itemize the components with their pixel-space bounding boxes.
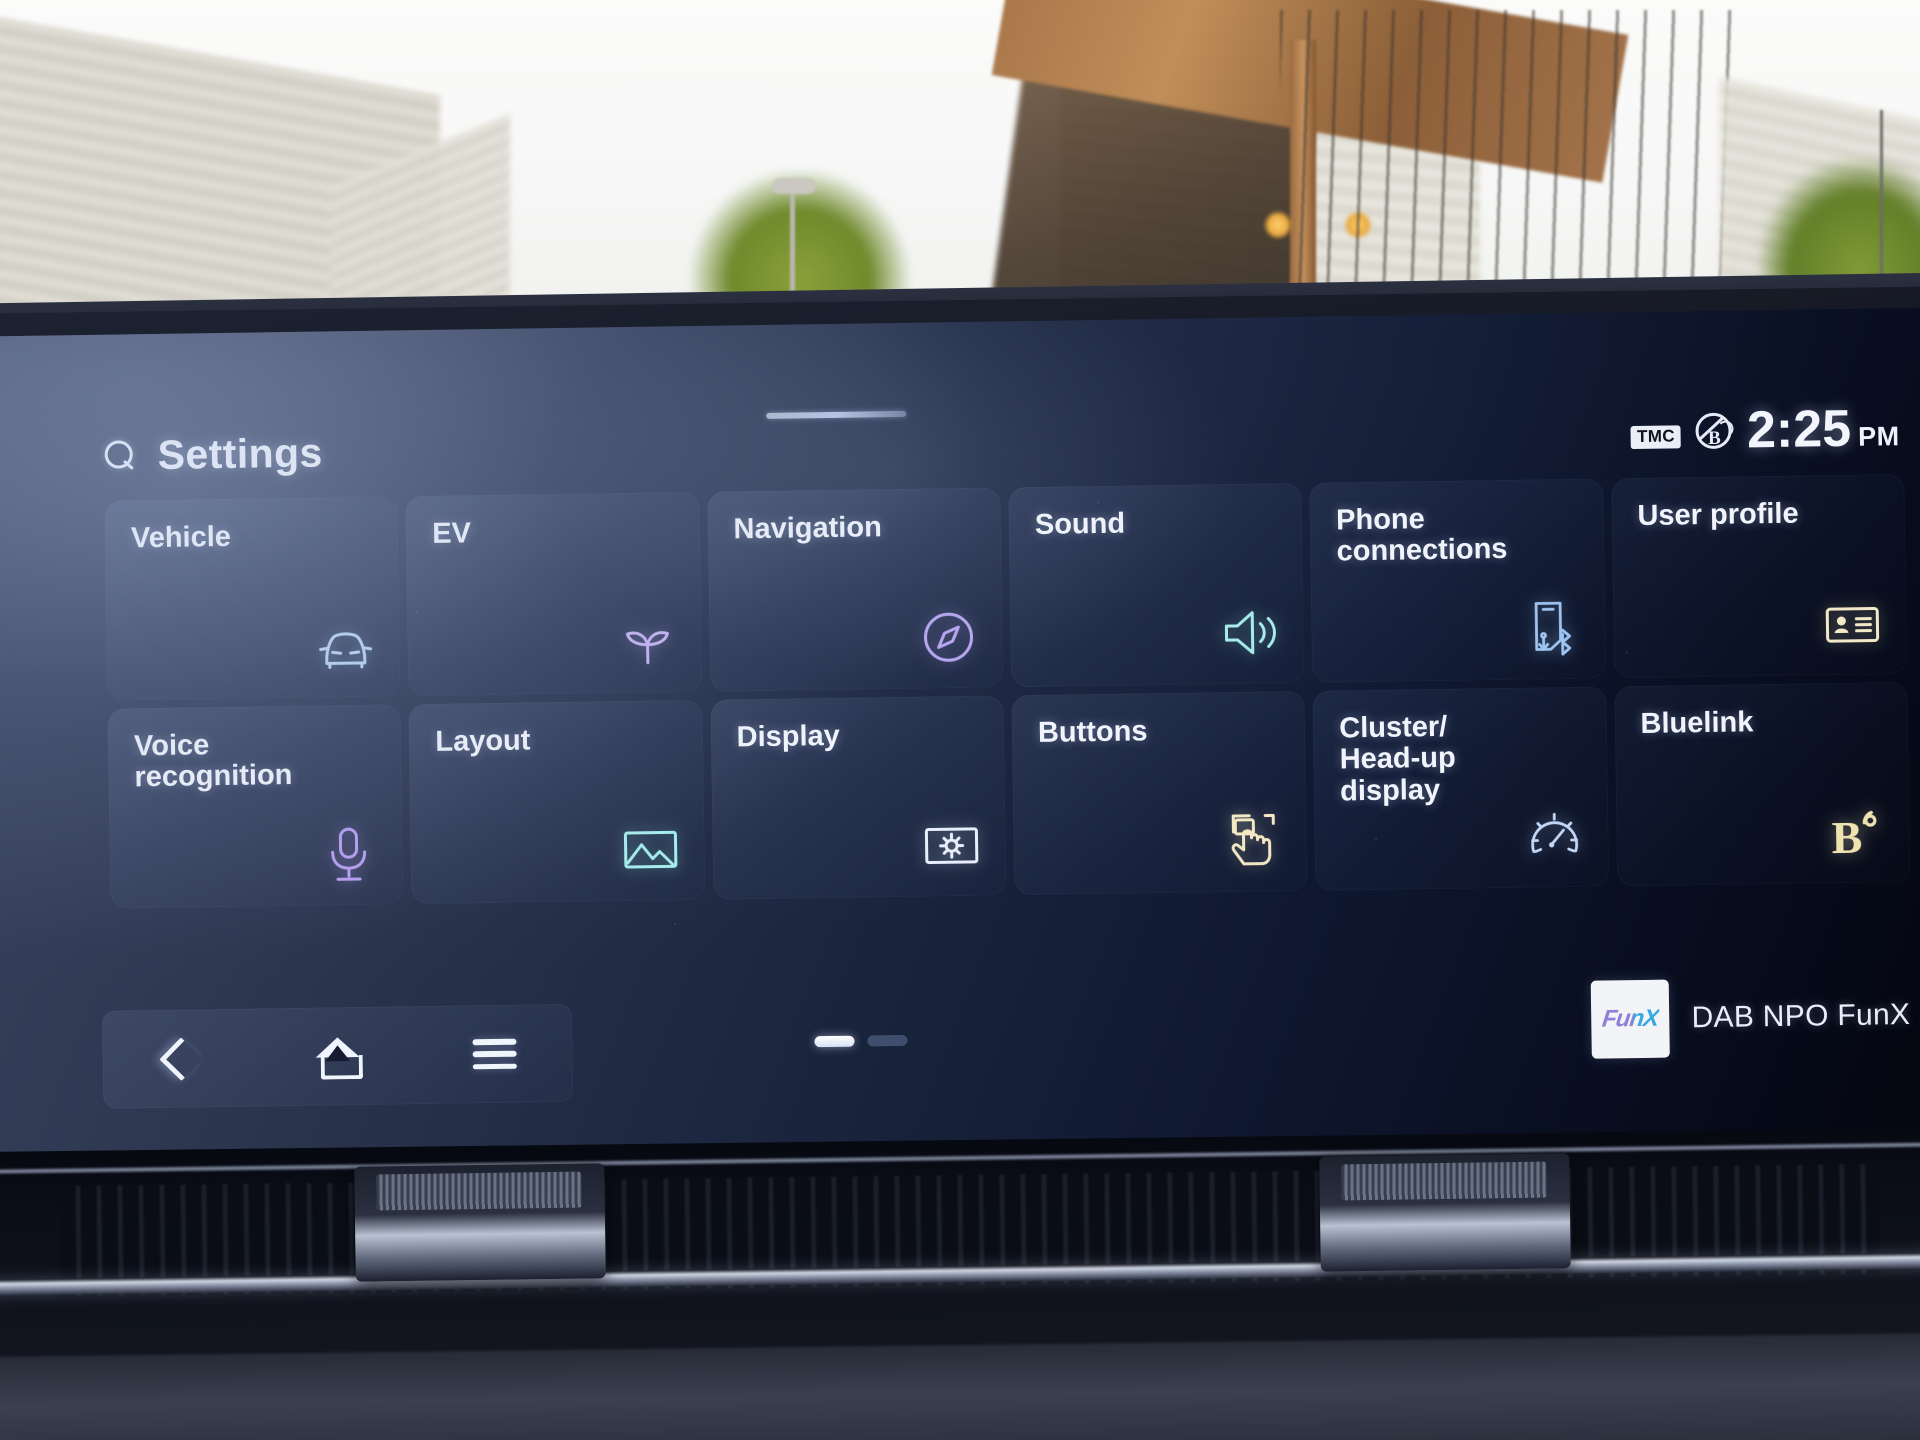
infotainment-screen: Settings TMC B 2:25 PM Vehicle EV Phone … bbox=[0, 307, 1920, 1167]
vent-control-knob-right[interactable] bbox=[1319, 1153, 1571, 1272]
screen-dust-specks bbox=[0, 307, 1920, 1167]
street-lamp-head bbox=[772, 178, 816, 194]
screenshot-root: Settings TMC B 2:25 PM Vehicle EV Phone … bbox=[0, 0, 1920, 1440]
vent-control-knob-left[interactable] bbox=[354, 1163, 606, 1282]
